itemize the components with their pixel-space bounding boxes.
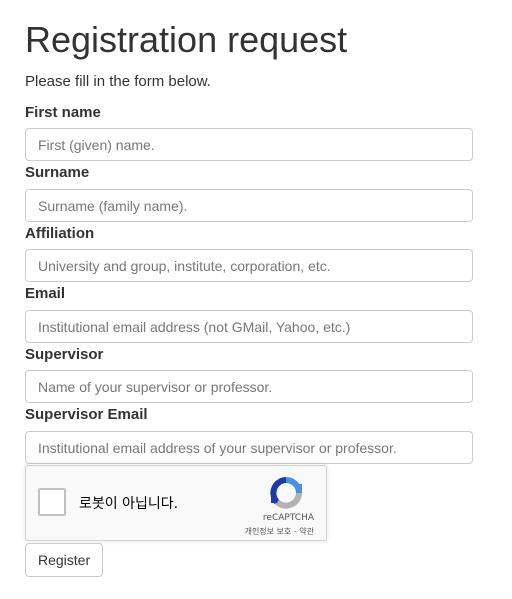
recaptcha-logo-icon bbox=[269, 476, 303, 510]
supervisor-label: Supervisor bbox=[25, 346, 104, 363]
email-input[interactable] bbox=[25, 310, 473, 343]
first-name-input[interactable] bbox=[25, 128, 473, 161]
affiliation-label: Affiliation bbox=[25, 225, 95, 242]
surname-label: Surname bbox=[25, 164, 90, 181]
recaptcha-checkbox-label: 로봇이 아닙니다. bbox=[79, 496, 179, 512]
recaptcha-terms-link[interactable]: 약관 bbox=[299, 527, 314, 536]
recaptcha-links: 개인정보 보호 - 약관 bbox=[245, 526, 314, 537]
recaptcha-widget: 로봇이 아닙니다. reCAPTCHA 개인정보 보호 - 약관 bbox=[25, 465, 327, 541]
recaptcha-checkbox[interactable] bbox=[38, 488, 66, 516]
form-intro: Please fill in the form below. bbox=[25, 73, 211, 90]
supervisor-email-input[interactable] bbox=[25, 431, 473, 464]
email-label: Email bbox=[25, 285, 66, 302]
affiliation-input[interactable] bbox=[25, 249, 473, 282]
register-button[interactable]: Register bbox=[25, 543, 104, 577]
supervisor-email-label: Supervisor Email bbox=[25, 406, 148, 423]
first-name-label: First name bbox=[25, 104, 101, 121]
surname-input[interactable] bbox=[25, 189, 473, 222]
supervisor-input[interactable] bbox=[25, 370, 473, 403]
recaptcha-privacy-link[interactable]: 개인정보 보호 bbox=[245, 527, 292, 536]
recaptcha-brand: reCAPTCHA bbox=[262, 513, 314, 523]
page-title: Registration request bbox=[25, 19, 348, 60]
